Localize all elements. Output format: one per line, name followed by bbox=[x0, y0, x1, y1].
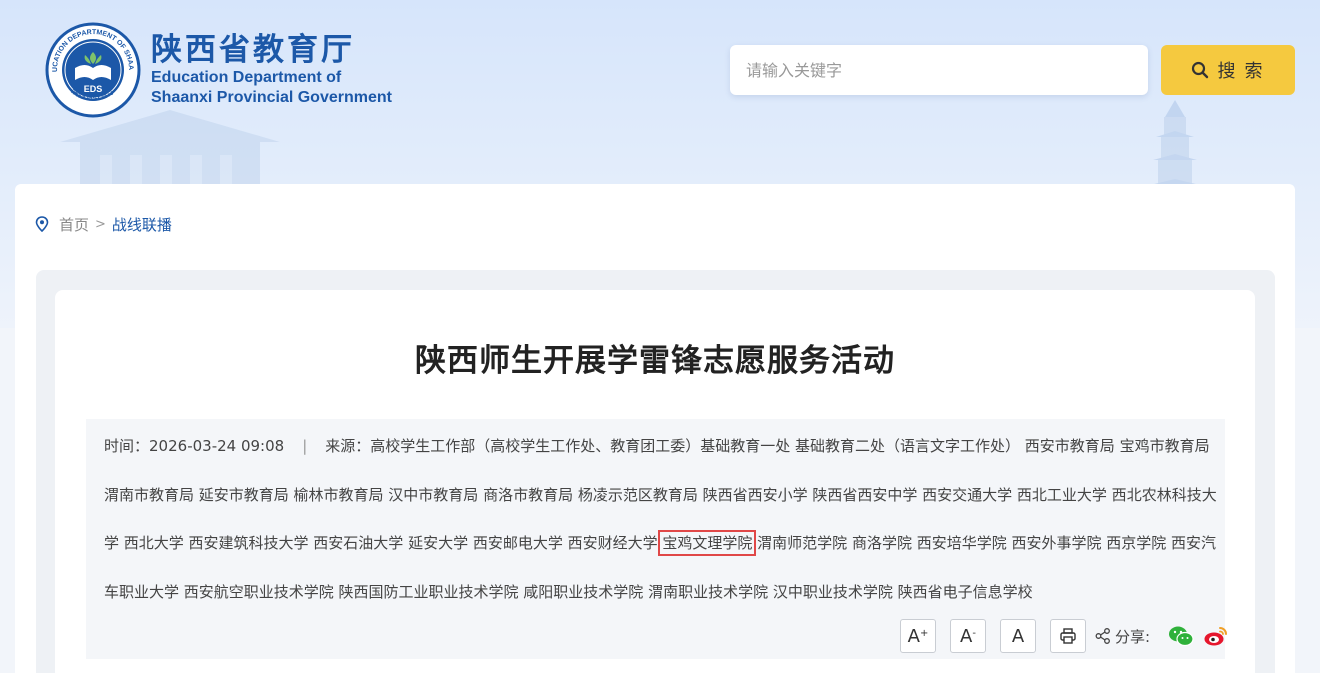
font-reset-button[interactable]: A bbox=[1000, 619, 1036, 653]
minus-icon: - bbox=[972, 627, 976, 639]
time-value: 2026-03-24 09:08 bbox=[149, 437, 285, 455]
breadcrumb: 首页 > 战线联播 bbox=[35, 214, 172, 234]
search-button[interactable]: 搜 索 bbox=[1161, 45, 1295, 95]
font-increase-label: A bbox=[907, 625, 920, 647]
location-pin-icon bbox=[35, 216, 49, 232]
breadcrumb-home-link[interactable]: 首页 bbox=[59, 214, 89, 235]
logo-title-en-1: Education Department of bbox=[151, 69, 342, 86]
department-emblem-icon: EDS EDUCATION DEPARTMENT OF SHAANXI 陕西省教… bbox=[45, 22, 141, 118]
article-title: 陕西师生开展学雷锋志愿服务活动 bbox=[415, 343, 895, 379]
font-increase-button[interactable]: A + bbox=[900, 619, 936, 653]
print-icon bbox=[1060, 628, 1076, 644]
logo-text: 陕西省教育厅 Education Department of Shaanxi P… bbox=[151, 32, 392, 108]
search-box bbox=[730, 45, 1148, 95]
weibo-icon[interactable] bbox=[1203, 624, 1229, 648]
site-logo[interactable]: EDS EDUCATION DEPARTMENT OF SHAANXI 陕西省教… bbox=[45, 22, 392, 118]
print-button[interactable] bbox=[1050, 619, 1086, 653]
search-icon bbox=[1192, 61, 1209, 79]
article-tools: A + A- A 分享: bbox=[900, 618, 1232, 654]
breadcrumb-separator: > bbox=[95, 216, 106, 232]
wechat-icon[interactable] bbox=[1168, 624, 1194, 648]
font-decrease-button[interactable]: A- bbox=[950, 619, 986, 653]
search-input[interactable] bbox=[746, 45, 1148, 95]
font-decrease-label: A bbox=[960, 625, 973, 647]
share-label: 分享: bbox=[1115, 627, 1151, 646]
breadcrumb-current-link[interactable]: 战线联播 bbox=[112, 214, 172, 235]
time-label: 时间： bbox=[104, 437, 150, 455]
article-meta: 时间：2026-03-24 09:08 | 来源：高校学生工作部（高校学生工作处、教… bbox=[104, 422, 1224, 616]
plus-icon: + bbox=[919, 627, 929, 639]
logo-title-en-2: Shaanxi Provincial Government bbox=[151, 89, 392, 106]
source-label: 来源： bbox=[325, 437, 371, 455]
logo-title-cn: 陕西省教育厅 bbox=[151, 32, 355, 68]
meta-separator: | bbox=[302, 437, 308, 455]
font-reset-label: A bbox=[1011, 625, 1025, 647]
share-area: 分享: bbox=[1094, 624, 1232, 648]
search-button-label: 搜 索 bbox=[1217, 61, 1265, 81]
share-icon bbox=[1095, 628, 1110, 644]
source-highlighted-item: 宝鸡文理学院 bbox=[658, 530, 757, 556]
